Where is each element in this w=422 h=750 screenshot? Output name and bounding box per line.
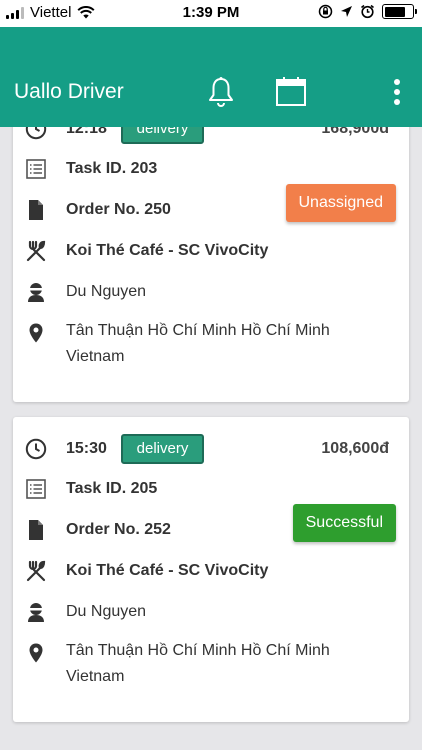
task-type-badge: delivery	[121, 434, 204, 464]
calendar-button[interactable]	[272, 73, 310, 111]
address-text: Tân Thuận Hồ Chí Minh Hồ Chí Minh Vietna…	[66, 638, 386, 690]
bell-icon	[209, 77, 233, 107]
address-text: Tân Thuận Hồ Chí Minh Hồ Chí Minh Vietna…	[66, 318, 386, 370]
task-id: Task ID. 203	[66, 160, 158, 177]
task-time-row: 12:18 delivery 168,900đ	[13, 127, 409, 144]
task-time: 15:30	[66, 440, 107, 457]
task-id: Task ID. 205	[66, 480, 158, 497]
document-icon	[25, 519, 47, 541]
app-title: Uallo Driver	[14, 80, 124, 103]
status-badge[interactable]: Successful	[292, 504, 396, 542]
location-arrow-icon	[341, 6, 352, 17]
driver-icon	[25, 601, 47, 623]
status-right	[318, 4, 417, 19]
clock-icon	[25, 127, 47, 140]
restaurant-icon	[25, 240, 47, 262]
task-card[interactable]: 12:18 delivery 168,900đ Task ID. 203 Ord…	[13, 127, 409, 402]
clock-icon	[25, 438, 47, 460]
address-line1: Tân Thuận Hồ Chí Minh Hồ Chí Minh	[66, 322, 330, 339]
status-bar: Viettel 1:39 PM	[0, 0, 422, 27]
task-amount: 108,600đ	[321, 440, 389, 457]
driver-icon	[25, 281, 47, 303]
status-badge[interactable]: Unassigned	[285, 184, 396, 222]
store-row: Koi Thé Café - SC VivoCity	[13, 236, 409, 266]
task-time: 12:18	[66, 127, 107, 137]
task-time-row: 15:30 delivery 108,600đ	[13, 434, 409, 464]
driver-row: Du Nguyen	[13, 597, 409, 627]
restaurant-icon	[25, 560, 47, 582]
order-number: Order No. 250	[66, 201, 171, 218]
task-id-row: Task ID. 205	[13, 474, 409, 504]
list-icon	[25, 478, 47, 500]
location-pin-icon	[25, 322, 47, 344]
document-icon	[25, 199, 47, 221]
store-name: Koi Thé Café - SC VivoCity	[66, 562, 269, 579]
task-type-badge: delivery	[121, 127, 204, 144]
alarm-icon	[361, 4, 374, 19]
driver-name: Du Nguyen	[66, 283, 147, 300]
notifications-button[interactable]	[202, 73, 240, 111]
task-list[interactable]: 12:18 delivery 168,900đ Task ID. 203 Ord…	[0, 127, 422, 750]
task-id-row: Task ID. 203	[13, 154, 409, 184]
address-line1: Tân Thuận Hồ Chí Minh Hồ Chí Minh	[66, 642, 330, 659]
store-name: Koi Thé Café - SC VivoCity	[66, 242, 269, 259]
list-icon	[25, 158, 47, 180]
rotation-lock-icon	[318, 4, 333, 19]
app-header: Uallo Driver	[0, 27, 422, 127]
order-number: Order No. 252	[66, 521, 171, 538]
address-line2: Vietnam	[66, 668, 125, 685]
more-vertical-icon	[394, 79, 400, 105]
address-line2: Vietnam	[66, 348, 125, 365]
store-row: Koi Thé Café - SC VivoCity	[13, 556, 409, 586]
more-options-button[interactable]	[378, 73, 416, 111]
task-card[interactable]: 15:30 delivery 108,600đ Task ID. 205 Ord…	[13, 417, 409, 722]
driver-name: Du Nguyen	[66, 603, 147, 620]
task-amount: 168,900đ	[321, 127, 389, 137]
driver-row: Du Nguyen	[13, 277, 409, 307]
battery-icon	[382, 4, 417, 19]
location-pin-icon	[25, 642, 47, 664]
calendar-icon	[276, 77, 306, 106]
